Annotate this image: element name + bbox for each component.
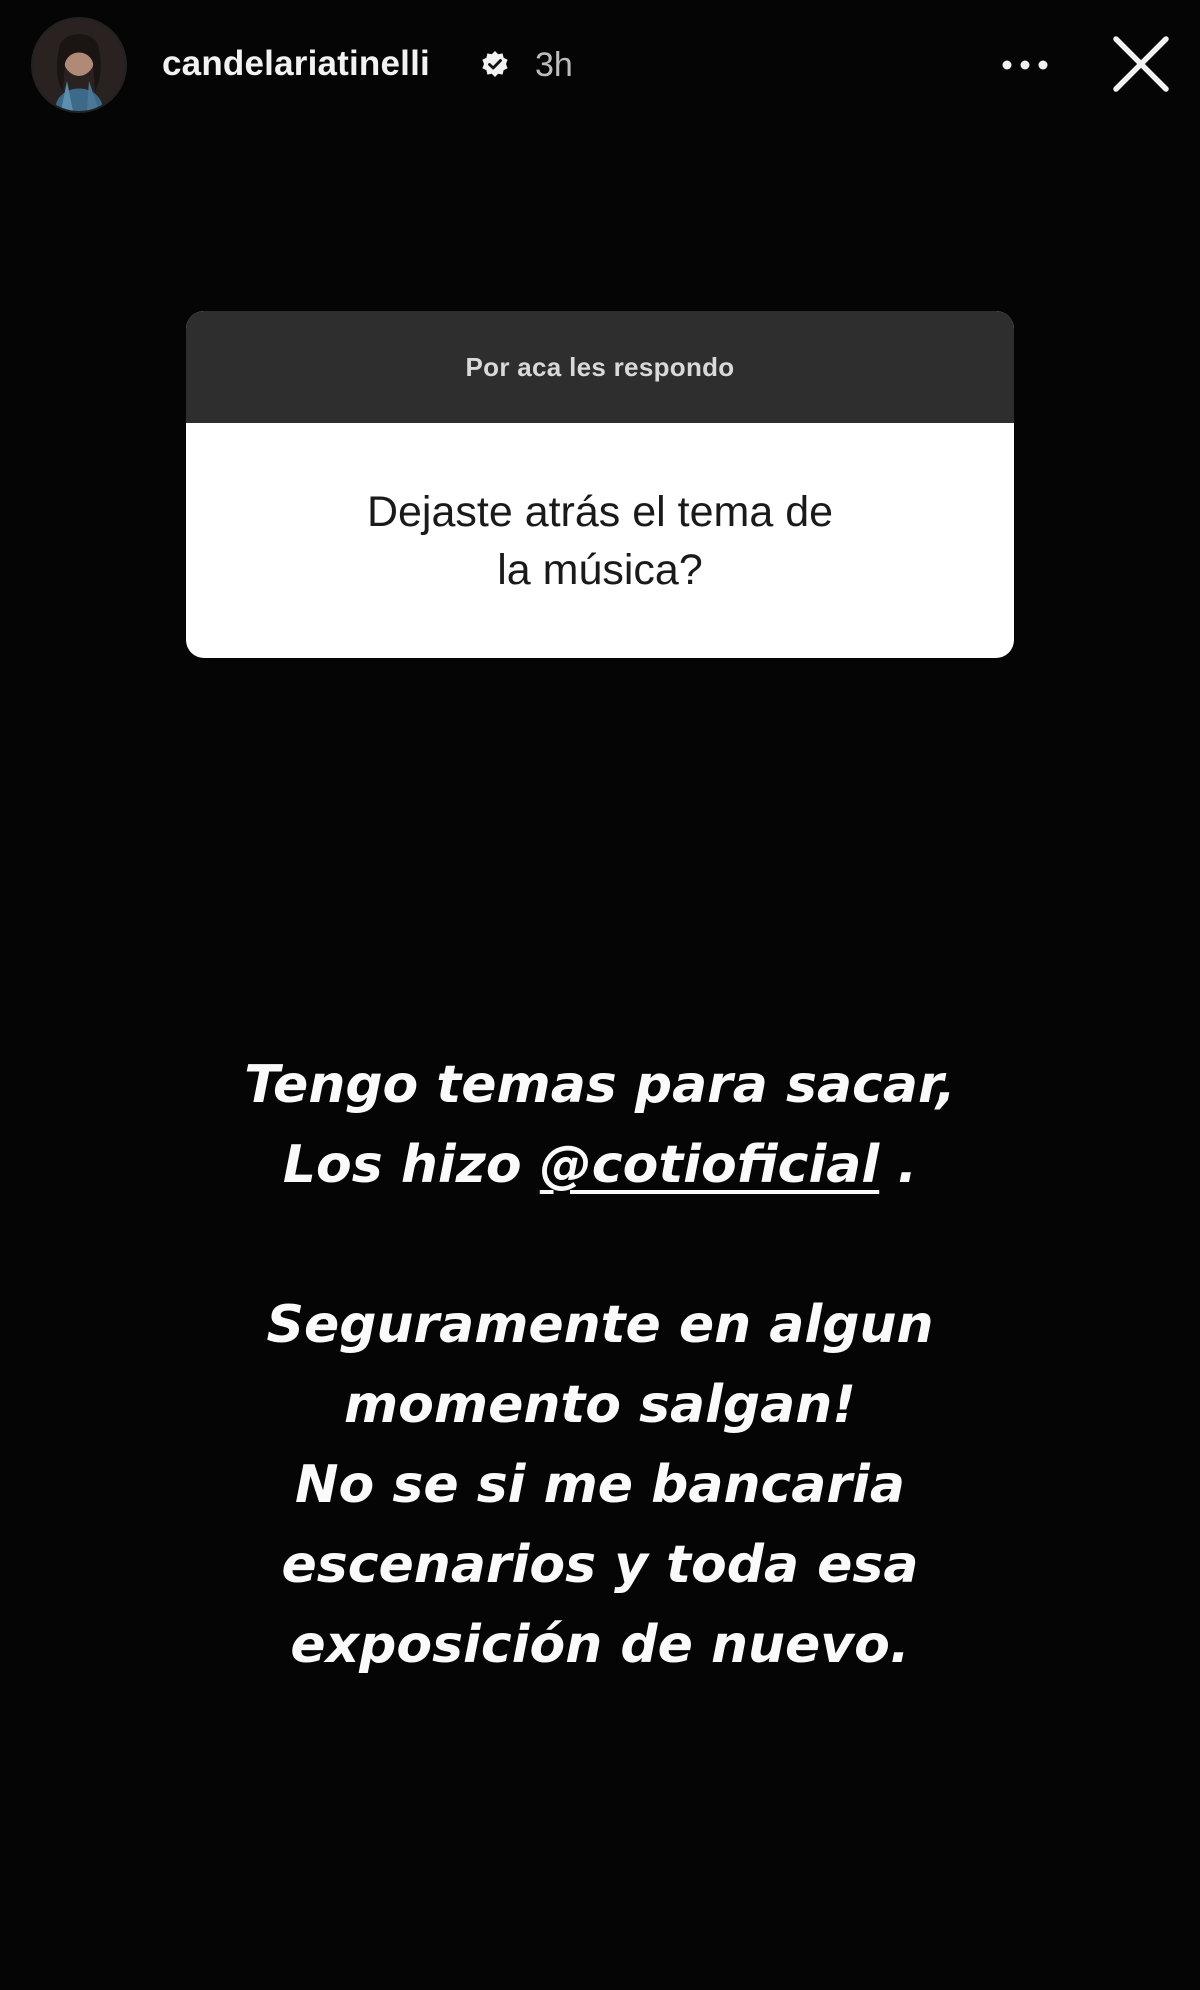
question-sticker-title: Por aca les respondo — [465, 351, 735, 382]
avatar[interactable] — [33, 19, 125, 111]
verified-badge-icon — [482, 51, 508, 77]
answer-spacer — [0, 1205, 1200, 1285]
post-time: 3h — [535, 46, 573, 84]
question-text: Dejaste atrás el tema de la música? — [320, 483, 880, 599]
answer-line-6: escenarios y toda esa — [281, 1535, 919, 1595]
more-options-icon[interactable] — [995, 45, 1055, 85]
question-sticker-header: Por aca les respondo — [186, 311, 1014, 423]
question-sticker: Por aca les respondo Dejaste atrás el te… — [186, 311, 1014, 658]
question-text-line-1: Dejaste atrás el tema de — [366, 487, 834, 536]
answer-line-2-prefix: Los hizo — [282, 1135, 540, 1195]
answer-line-1: Tengo temas para sacar, — [244, 1055, 956, 1115]
username[interactable]: candelariatinelli — [162, 42, 430, 86]
answer-line-5: No se si me bancaria — [295, 1455, 905, 1515]
mention-link[interactable]: @cotioficial — [540, 1135, 879, 1195]
answer-text: Tengo temas para sacar, Los hizo @cotiof… — [0, 1045, 1200, 1685]
close-icon[interactable] — [1110, 33, 1172, 95]
avatar-image — [33, 19, 125, 111]
question-text-line-2: la música? — [497, 545, 703, 594]
answer-line-3: Seguramente en algun — [266, 1295, 934, 1355]
answer-line-4: momento salgan! — [344, 1375, 856, 1435]
answer-line-2-suffix: . — [879, 1135, 918, 1195]
answer-line-7: exposición de nuevo. — [290, 1615, 910, 1675]
answer-line-2: Los hizo @cotioficial . — [0, 1125, 1200, 1205]
question-sticker-body: Dejaste atrás el tema de la música? — [186, 423, 1014, 658]
story-viewer: candelariatinelli 3h Por aca les respond… — [0, 0, 1200, 1990]
story-header: candelariatinelli 3h — [0, 0, 1200, 140]
